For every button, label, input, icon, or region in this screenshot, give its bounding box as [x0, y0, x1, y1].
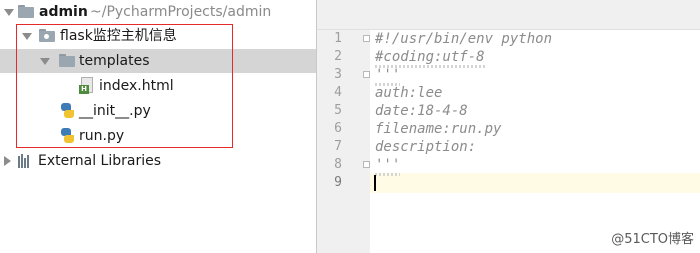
editor-tab-strip — [317, 0, 700, 30]
external-libraries-icon — [18, 154, 32, 168]
fold-marker-icon[interactable] — [363, 161, 370, 168]
folder-icon — [59, 54, 75, 68]
code-line[interactable]: ''' — [375, 156, 400, 174]
tree-row-run-py[interactable]: run.py — [0, 124, 316, 148]
python-file-icon — [59, 102, 75, 120]
tree-item-label: run.py — [79, 128, 125, 144]
inspection-underline — [375, 83, 400, 86]
line-number: 1 — [334, 31, 342, 46]
inspection-underline — [375, 65, 485, 68]
python-file-icon — [59, 127, 75, 145]
line-number: 4 — [334, 85, 342, 100]
current-line-highlight — [370, 173, 700, 193]
package-folder-icon — [39, 29, 55, 43]
tree-row-external-libraries[interactable]: External Libraries — [0, 149, 316, 173]
code-line[interactable]: ''' — [375, 66, 400, 84]
tree-item-label: External Libraries — [38, 153, 161, 169]
code-line[interactable]: #!/usr/bin/env python — [375, 30, 552, 48]
project-root-path: ~/PycharmProjects/admin — [90, 4, 272, 20]
text-caret — [374, 175, 376, 191]
chevron-down-icon[interactable] — [22, 24, 32, 48]
fold-marker-icon[interactable] — [363, 35, 370, 42]
html-file-icon: H — [79, 77, 95, 95]
line-number: 9 — [334, 175, 342, 190]
tree-row-root[interactable]: admin ~/PycharmProjects/admin — [0, 0, 316, 24]
tree-row-package[interactable]: flask监控主机信息 — [0, 24, 316, 48]
line-number: 3 — [334, 67, 342, 82]
line-number: 8 — [334, 157, 342, 172]
tree-item-label: index.html — [99, 78, 174, 94]
tree-item-label: __init__.py — [79, 103, 151, 119]
project-root-name: admin — [39, 4, 88, 20]
code-line[interactable]: date:18-4-8 — [375, 102, 468, 120]
fold-marker-icon[interactable] — [363, 71, 370, 78]
tree-item-label: templates — [79, 53, 150, 69]
tree-row-index-html[interactable]: H index.html — [0, 74, 316, 98]
line-number: 5 — [334, 103, 342, 118]
code-line[interactable]: #coding:utf-8 — [375, 48, 485, 66]
chevron-down-icon[interactable] — [4, 0, 14, 24]
tree-row-init-py[interactable]: __init__.py — [0, 99, 316, 123]
line-number: 6 — [334, 121, 342, 136]
code-line[interactable]: description: — [375, 138, 476, 156]
code-line[interactable]: filename:run.py — [375, 120, 501, 138]
project-tree[interactable]: admin ~/PycharmProjects/admin flask监控主机信… — [0, 0, 316, 253]
line-number: 7 — [334, 139, 342, 154]
tree-row-templates[interactable]: templates — [0, 49, 316, 73]
folder-icon — [18, 5, 34, 19]
chevron-down-icon[interactable] — [40, 49, 50, 73]
chevron-right-icon[interactable] — [2, 149, 12, 173]
inspection-underline — [375, 173, 400, 176]
line-number: 2 — [334, 49, 342, 64]
code-line[interactable]: auth:lee — [375, 84, 442, 102]
tree-item-label: flask监控主机信息 — [60, 28, 177, 44]
watermark: @51CTO博客 — [611, 232, 694, 247]
